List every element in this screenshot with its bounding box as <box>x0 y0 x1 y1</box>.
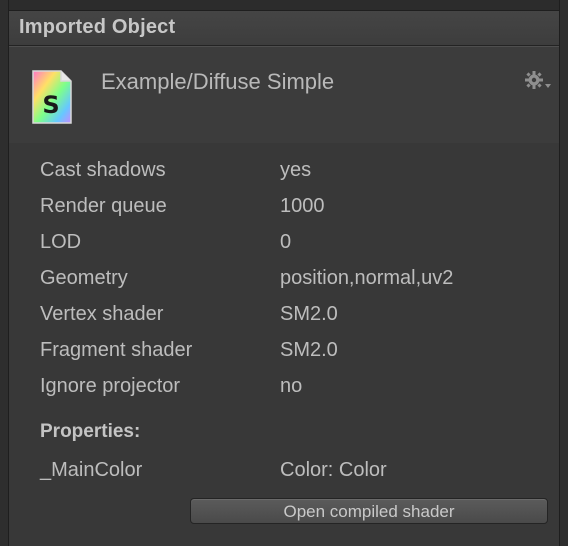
property-label: Fragment shader <box>40 339 193 361</box>
window-right-border <box>559 0 568 546</box>
property-row-cast-shadows: Cast shadows yes <box>40 159 540 185</box>
panel-title: Imported Object <box>19 16 176 38</box>
property-value: SM2.0 <box>280 339 338 361</box>
shader-file-icon: S <box>32 70 72 124</box>
property-label: Vertex shader <box>40 303 164 325</box>
property-label: LOD <box>40 231 82 253</box>
property-value: SM2.0 <box>280 303 338 325</box>
property-value: 1000 <box>280 195 325 217</box>
property-label: Geometry <box>40 267 128 289</box>
property-row-lod: LOD 0 <box>40 231 540 257</box>
window-top-strip <box>0 0 568 11</box>
property-value: Color: Color <box>280 459 387 481</box>
window-left-border <box>0 0 9 546</box>
properties-heading: Properties: <box>40 421 141 442</box>
gear-icon[interactable] <box>523 69 553 93</box>
property-value: yes <box>280 159 312 181</box>
panel-title-bar: Imported Object <box>9 11 559 46</box>
property-label: Cast shadows <box>40 159 166 181</box>
shader-property-row-main-color: _MainColor Color: Color <box>40 459 540 485</box>
shader-properties: Cast shadows yes Render queue 1000 LOD 0… <box>9 143 559 546</box>
property-row-geometry: Geometry position,normal,uv2 <box>40 267 540 293</box>
open-compiled-shader-button[interactable]: Open compiled shader <box>190 498 548 524</box>
property-value: position,normal,uv2 <box>280 267 454 289</box>
property-label: Ignore projector <box>40 375 181 397</box>
property-row-vertex-shader: Vertex shader SM2.0 <box>40 303 540 329</box>
property-row-fragment-shader: Fragment shader SM2.0 <box>40 339 540 365</box>
property-value: no <box>280 375 303 397</box>
shader-name-label: Example/Diffuse Simple <box>101 69 335 94</box>
inspector-window: Imported Object S Example/Diffuse Simple <box>0 0 568 546</box>
property-row-render-queue: Render queue 1000 <box>40 195 540 221</box>
property-label: _MainColor <box>40 459 143 481</box>
property-label: Render queue <box>40 195 167 217</box>
shader-header: S Example/Diffuse Simple <box>9 46 559 144</box>
property-value: 0 <box>280 231 292 253</box>
property-row-ignore-projector: Ignore projector no <box>40 375 540 401</box>
shader-icon-letter: S <box>42 91 59 119</box>
